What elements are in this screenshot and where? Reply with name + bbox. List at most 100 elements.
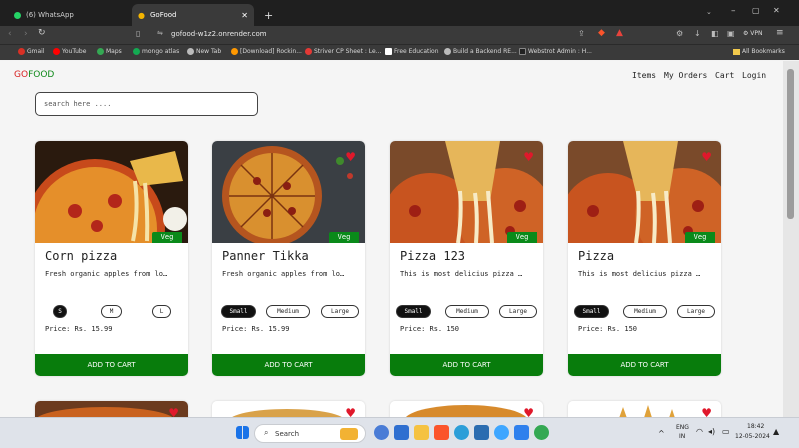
size-option-l[interactable]: L [152, 305, 171, 318]
heart-icon[interactable]: ♥ [523, 151, 534, 163]
tab-whatsapp[interactable]: (6) WhatsApp [8, 4, 126, 26]
language-top[interactable]: ENG [676, 424, 689, 431]
bookmark-page-icon[interactable]: ▯ [136, 29, 140, 38]
bookmark-webstrot[interactable]: Webstrot Admin : H... [519, 48, 592, 55]
brand-logo[interactable]: GOFOOD [14, 70, 54, 80]
add-to-cart-button[interactable]: ADD TO CART [568, 354, 721, 376]
brave-browser-icon[interactable] [434, 425, 449, 440]
sidebar-icon[interactable]: ◧ [711, 29, 719, 38]
notification-bell-icon[interactable]: ▲ [773, 427, 779, 436]
add-to-cart-button[interactable]: ADD TO CART [212, 354, 365, 376]
wifi-icon[interactable]: ◠ [696, 427, 703, 436]
add-to-cart-button[interactable]: ADD TO CART [390, 354, 543, 376]
bookmark-free-education[interactable]: Free Education [385, 48, 439, 55]
bookmark-striver[interactable]: Striver CP Sheet : Le... [305, 48, 381, 55]
close-tab-icon[interactable]: ✕ [241, 11, 248, 20]
clock-date[interactable]: 12-05-2024 [735, 433, 770, 440]
size-option-large[interactable]: Large [499, 305, 537, 318]
nav-login[interactable]: Login [742, 71, 766, 80]
size-option-medium[interactable]: Medium [445, 305, 489, 318]
add-to-cart-button[interactable]: ADD TO CART [35, 354, 188, 376]
size-option-small[interactable]: Small [221, 305, 256, 318]
bookmark-mongo-atlas[interactable]: mongo atlas [133, 48, 179, 55]
tab-label: (6) WhatsApp [26, 11, 74, 19]
chrome-icon[interactable] [494, 425, 509, 440]
edge-icon[interactable] [454, 425, 469, 440]
heart-icon[interactable]: ♥ [701, 407, 712, 417]
reload-icon[interactable]: ↻ [38, 28, 46, 38]
size-option-small[interactable]: Small [574, 305, 609, 318]
heart-icon[interactable]: ♥ [701, 151, 712, 163]
search-input[interactable] [35, 92, 258, 116]
url-field[interactable]: gofood-w1z2.onrender.com [171, 30, 267, 38]
bookmark-label: All Bookmarks [742, 48, 785, 55]
size-option-large[interactable]: Large [321, 305, 359, 318]
chevron-down-icon[interactable]: ⌄ [706, 8, 712, 16]
nav-my-orders[interactable]: My Orders [664, 71, 707, 80]
heart-icon[interactable]: ♥ [345, 151, 356, 163]
close-window-icon[interactable]: ✕ [773, 6, 780, 15]
tab-label: GoFood [149, 11, 177, 19]
store-icon[interactable] [474, 425, 489, 440]
minimize-icon[interactable]: – [731, 6, 736, 16]
heart-icon[interactable]: ♥ [523, 407, 534, 417]
task-view-icon[interactable] [394, 425, 409, 440]
brave-shield-icon[interactable]: ◆ [598, 28, 605, 38]
new-tab-button[interactable]: + [258, 4, 279, 26]
page-scrollbar[interactable] [783, 61, 799, 417]
brave-rewards-icon[interactable]: ▲ [616, 28, 623, 38]
wallet-icon[interactable]: ▣ [727, 29, 735, 38]
vscode-icon[interactable] [514, 425, 529, 440]
corn-pizza-image [35, 141, 188, 243]
language-bottom[interactable]: IN [679, 433, 685, 440]
size-option-medium[interactable]: Medium [623, 305, 667, 318]
volume-icon[interactable]: ◂) [708, 427, 715, 436]
bookmark-gmail[interactable]: Gmail [18, 48, 45, 55]
app-icon[interactable] [534, 425, 549, 440]
tab-gofood[interactable]: ● GoFood ✕ [132, 4, 254, 26]
windows-start-icon[interactable] [236, 426, 249, 439]
site-info-icon[interactable]: ⇋ [157, 29, 163, 37]
bookmark-new-tab[interactable]: New Tab [187, 48, 221, 55]
copilot-icon[interactable] [374, 425, 389, 440]
bookmark-build-backend[interactable]: Build a Backend RE... [444, 48, 517, 55]
browser-tab-strip: (6) WhatsApp ● GoFood ✕ + ⌄ – ▢ ✕ [0, 0, 799, 26]
size-option-small[interactable]: Small [396, 305, 431, 318]
share-icon[interactable]: ⇪ [578, 29, 585, 38]
food-card: ♥ Veg Pizza This is most delicius pizza … [568, 141, 721, 376]
bookmark-youtube[interactable]: YouTube [53, 48, 86, 55]
bookmark-label: Webstrot Admin : H... [528, 48, 592, 55]
extensions-icon[interactable]: ⚙ [676, 29, 683, 38]
tray-chevron-up-icon[interactable]: ^ [658, 429, 665, 438]
menu-icon[interactable]: ≡ [776, 28, 784, 38]
forward-icon[interactable]: › [24, 29, 28, 39]
bookmark-rockin[interactable]: [Download] Rockin... [231, 48, 302, 55]
windows-taskbar: ⌕ Search ^ ENG IN ◠ ◂) ▭ 18:42 12-05-202… [0, 417, 799, 448]
heart-icon[interactable]: ♥ [168, 407, 179, 417]
bookmark-label: Build a Backend RE... [453, 48, 517, 55]
back-icon[interactable]: ‹ [8, 29, 12, 39]
address-bar-row: ‹ › ↻ ▯ ⇋ gofood-w1z2.onrender.com ⇪ ◆ ▲… [0, 26, 799, 44]
heart-icon[interactable]: ♥ [345, 407, 356, 417]
veg-badge: Veg [152, 232, 182, 243]
battery-icon[interactable]: ▭ [722, 427, 730, 436]
file-explorer-icon[interactable] [414, 425, 429, 440]
vpn-button[interactable]: ⚙ VPN [743, 30, 763, 37]
taskbar-search[interactable]: ⌕ Search [254, 424, 366, 443]
size-option-s[interactable]: S [53, 305, 67, 318]
size-option-medium[interactable]: Medium [266, 305, 310, 318]
gofood-page: GOFOOD Items My Orders Cart Login Veg Co… [0, 61, 783, 417]
nav-cart[interactable]: Cart [715, 71, 734, 80]
clock-time[interactable]: 18:42 [747, 423, 764, 430]
download-icon[interactable]: ↓ [694, 29, 701, 38]
bookmark-maps[interactable]: Maps [97, 48, 122, 55]
download-site-icon [231, 48, 238, 55]
card-title: Pizza 123 [400, 249, 466, 263]
maximize-icon[interactable]: ▢ [752, 6, 760, 15]
size-option-m[interactable]: M [101, 305, 122, 318]
nav-items[interactable]: Items [632, 71, 656, 80]
all-bookmarks[interactable]: All Bookmarks [733, 48, 785, 55]
pizza-123-image [390, 141, 543, 243]
scrollbar-thumb[interactable] [787, 69, 794, 219]
size-option-large[interactable]: Large [677, 305, 715, 318]
